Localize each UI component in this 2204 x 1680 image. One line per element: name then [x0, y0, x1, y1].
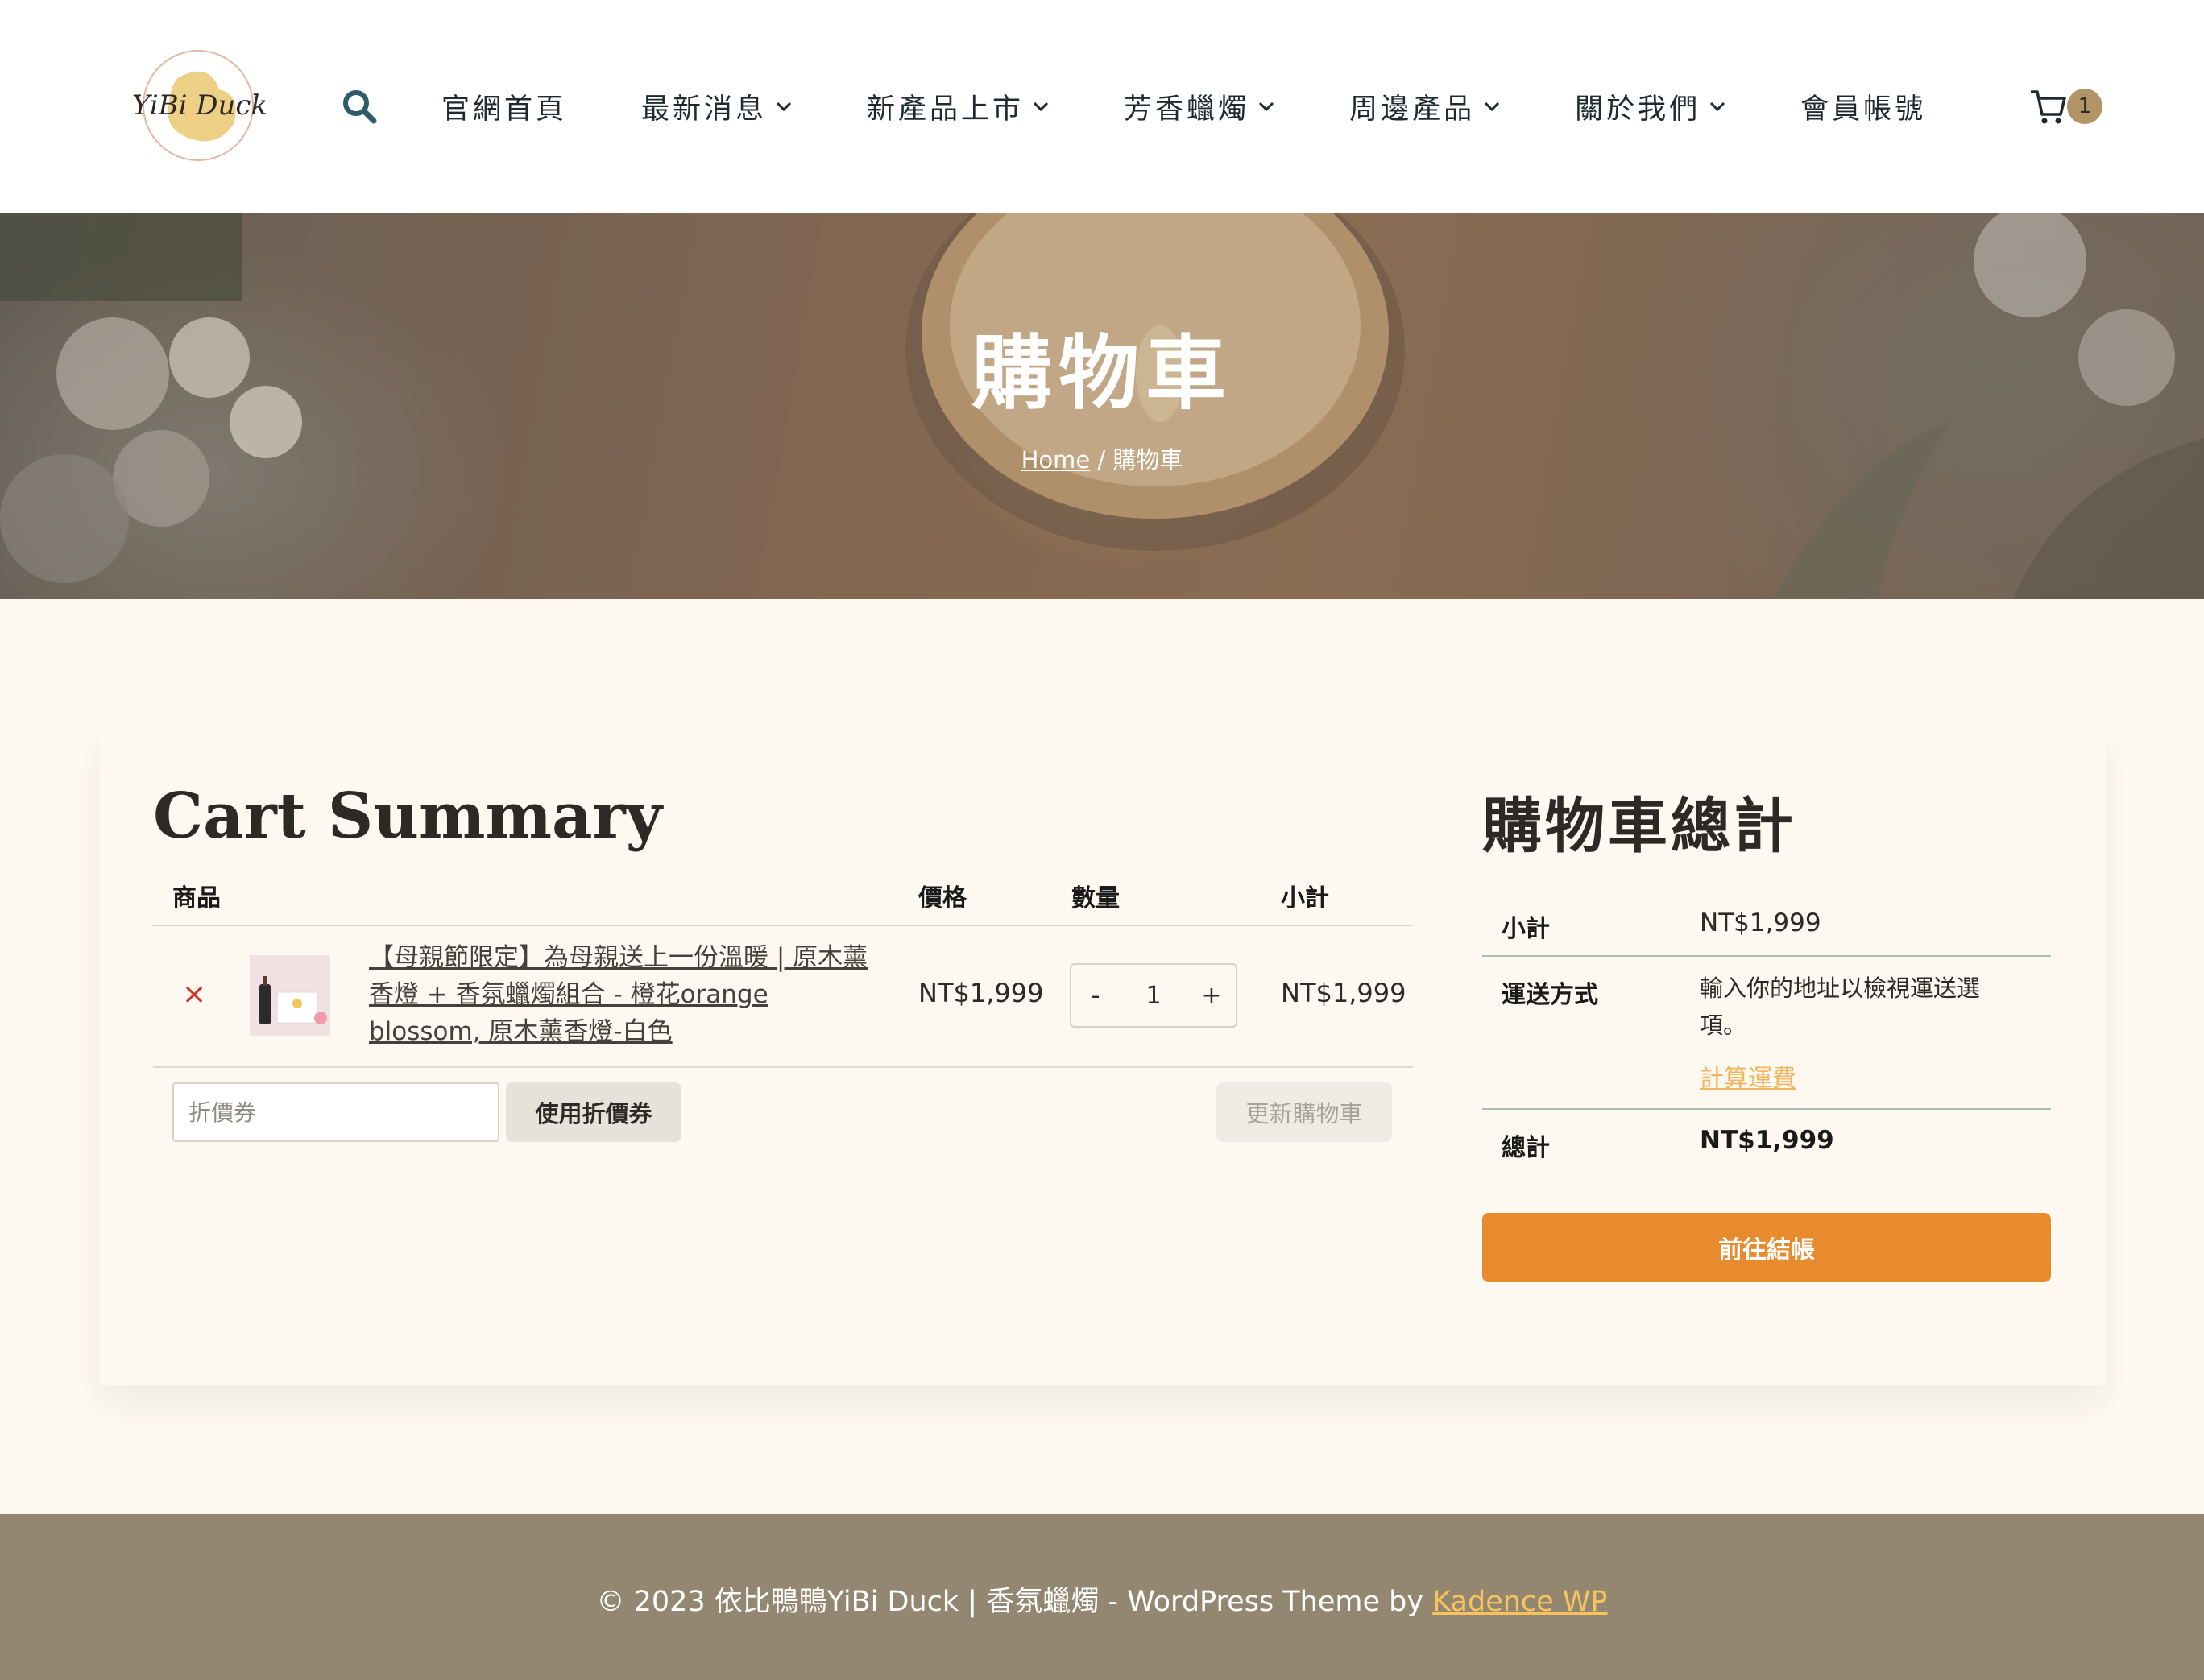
- totals-total-label: 總計: [1502, 1134, 1550, 1162]
- totals-divider: [1482, 955, 2051, 957]
- nav-item-label: 關於我們: [1575, 93, 1701, 126]
- nav-item-label: 周邊產品: [1349, 93, 1476, 126]
- shipping-note: 輸入你的地址以檢視運送選項。: [1700, 974, 1981, 1039]
- cart-count-badge: 1: [2067, 89, 2102, 124]
- footer-theme-link[interactable]: Kadence WP: [1432, 1586, 1607, 1618]
- totals-total-value: NT$1,999: [1700, 1126, 1834, 1155]
- checkout-button[interactable]: 前往結帳: [1482, 1213, 2051, 1282]
- nav-item-about[interactable]: 關於我們: [1575, 86, 1726, 127]
- nav-item-label: 芳香蠟燭: [1124, 93, 1250, 126]
- page-title: 購物車: [972, 326, 1232, 420]
- calculate-shipping-link[interactable]: 計算運費: [1700, 1058, 1796, 1094]
- column-header-subtotal: 小計: [1281, 884, 1329, 912]
- column-header-quantity: 數量: [1071, 884, 1120, 912]
- cart-summary-title: Cart Summary: [153, 780, 662, 853]
- nav-item-label: 會員帳號: [1800, 93, 1927, 126]
- cart-totals-title: 購物車總計: [1482, 792, 1796, 861]
- site-header: YiBi Duck 官網首頁 最新消息 新產品上市 芳香蠟燭 周邊產品 關於我們…: [0, 0, 2204, 213]
- nav-item-news[interactable]: 最新消息: [641, 86, 793, 127]
- cart-button[interactable]: 1: [2028, 84, 2109, 129]
- table-divider: [153, 925, 1413, 926]
- product-name-link[interactable]: 【母親節限定】為母親送上一份溫暖 | 原木薰香燈 + 香氛蠟燭組合 - 橙花or…: [369, 939, 868, 1050]
- breadcrumb: Home / 購物車: [0, 441, 2204, 475]
- breadcrumb-current: 購物車: [1112, 446, 1183, 474]
- totals-subtotal-label: 小計: [1502, 915, 1550, 943]
- nav-item-merch[interactable]: 周邊產品: [1349, 86, 1501, 127]
- column-header-product: 商品: [172, 884, 221, 912]
- coupon-input[interactable]: [172, 1082, 499, 1142]
- quantity-stepper: - 1 +: [1070, 963, 1237, 1028]
- nav-item-label: 官網首頁: [441, 93, 568, 126]
- chevron-down-icon: [1259, 101, 1274, 112]
- nav-item-label: 最新消息: [641, 93, 768, 126]
- page-hero: 購物車 Home / 購物車: [0, 213, 2204, 599]
- main-nav: 官網首頁 最新消息 新產品上市 芳香蠟燭 周邊產品 關於我們 會員帳號: [441, 81, 2000, 132]
- remove-item-button[interactable]: ×: [182, 978, 206, 1011]
- breadcrumb-separator: /: [1090, 446, 1113, 474]
- column-header-price: 價格: [918, 884, 967, 912]
- totals-shipping-label: 運送方式: [1502, 981, 1598, 1009]
- update-cart-button[interactable]: 更新購物車: [1216, 1082, 1392, 1142]
- footer-copyright: © 2023 依比鴨鴨YiBi Duck | 香氛蠟燭 - WordPress …: [0, 1579, 2204, 1620]
- item-subtotal: NT$1,999: [1281, 978, 1406, 1008]
- search-icon[interactable]: [340, 87, 379, 126]
- footer-copyright-text: © 2023 依比鴨鴨YiBi Duck | 香氛蠟燭 - WordPress …: [596, 1586, 1433, 1618]
- quantity-increase-button[interactable]: +: [1187, 982, 1236, 1010]
- nav-item-new-products[interactable]: 新產品上市: [867, 86, 1050, 127]
- nav-item-candles[interactable]: 芳香蠟燭: [1124, 86, 1275, 127]
- breadcrumb-home-link[interactable]: Home: [1021, 446, 1091, 474]
- nav-item-label: 新產品上市: [867, 93, 1025, 126]
- site-footer: © 2023 依比鴨鴨YiBi Duck | 香氛蠟燭 - WordPress …: [0, 1514, 2204, 1680]
- item-price: NT$1,999: [918, 978, 1044, 1008]
- nav-item-home[interactable]: 官網首頁: [441, 86, 567, 127]
- logo-wordmark: YiBi Duck: [132, 89, 267, 122]
- quantity-value[interactable]: 1: [1146, 982, 1161, 1010]
- chevron-down-icon: [1710, 101, 1726, 112]
- apply-coupon-button[interactable]: 使用折價券: [506, 1082, 682, 1142]
- quantity-decrease-button[interactable]: -: [1071, 982, 1120, 1010]
- table-divider: [153, 1066, 1413, 1068]
- chevron-down-icon: [776, 101, 792, 112]
- chevron-down-icon: [1033, 101, 1049, 112]
- product-thumbnail[interactable]: [250, 955, 330, 1036]
- totals-divider: [1482, 1108, 2051, 1110]
- nav-item-account[interactable]: 會員帳號: [1800, 86, 1926, 127]
- totals-subtotal-value: NT$1,999: [1700, 908, 1821, 937]
- cart-icon: [2031, 90, 2066, 124]
- site-logo[interactable]: YiBi Duck: [121, 45, 282, 166]
- chevron-down-icon: [1485, 101, 1500, 112]
